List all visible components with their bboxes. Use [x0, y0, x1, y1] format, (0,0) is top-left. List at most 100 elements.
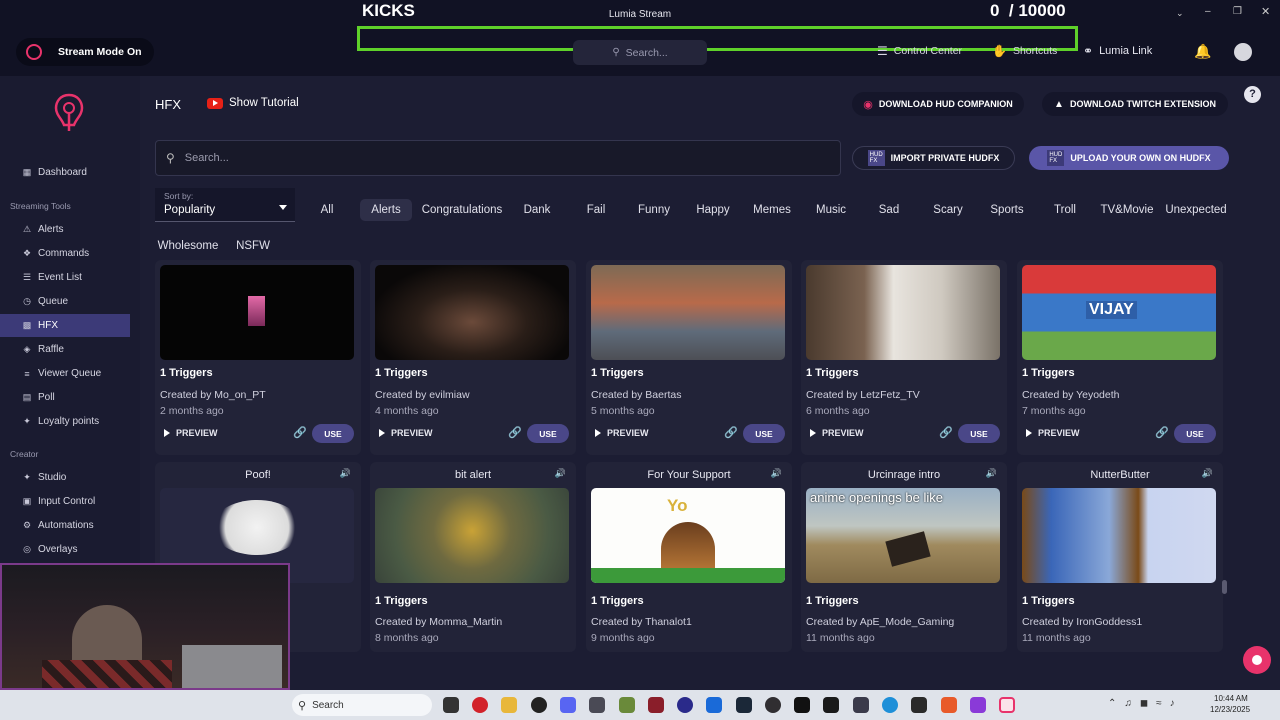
upload-own-button[interactable]: HUD FX UPLOAD YOUR OWN ON HUDFX	[1029, 146, 1229, 170]
link-icon[interactable]: 🔗	[1155, 426, 1169, 439]
chat-bubble-button[interactable]	[1243, 646, 1271, 674]
sidebar-item-commands[interactable]: ❖ Commands	[0, 242, 130, 265]
category-scary[interactable]: Scary	[928, 199, 968, 221]
category-congratulations[interactable]: Congratulations	[420, 199, 504, 221]
link-icon[interactable]: 🔗	[724, 426, 738, 439]
category-memes[interactable]: Memes	[750, 199, 794, 221]
sidebar-item-automations[interactable]: ⚙ Automations	[0, 514, 130, 537]
maximize-icon[interactable]: ❐	[1233, 6, 1242, 17]
card-thumbnail[interactable]: Yo	[591, 488, 785, 583]
sidebar-item-input-control[interactable]: ▣ Input Control	[0, 490, 130, 513]
taskbar-app-icon[interactable]	[911, 697, 927, 713]
use-button[interactable]: USE	[958, 424, 1000, 443]
discord-icon[interactable]	[560, 697, 576, 713]
use-button[interactable]: USE	[1174, 424, 1216, 443]
sidebar-item-alerts[interactable]: ⚠ Alerts	[0, 218, 130, 241]
category-funny[interactable]: Funny	[634, 199, 674, 221]
scrollbar[interactable]	[1222, 580, 1227, 594]
card-thumbnail[interactable]: VIJAY	[1022, 265, 1216, 360]
lumia-link-button[interactable]: ⚭ Lumia Link	[1083, 44, 1152, 58]
sidebar-item-event-list[interactable]: ☰ Event List	[0, 266, 130, 289]
card-thumbnail[interactable]	[375, 265, 569, 360]
download-twitch-button[interactable]: ▲ DOWNLOAD TWITCH EXTENSION	[1042, 92, 1228, 116]
taskbar-app-icon[interactable]	[648, 697, 664, 713]
hfx-card[interactable]: 1 Triggers Created by LetzFetz_TV 6 mont…	[801, 260, 1007, 455]
opera-icon[interactable]	[472, 697, 488, 713]
category-wholesome[interactable]: Wholesome	[156, 235, 220, 257]
hfx-card[interactable]: Urcinrage intro 🔊 anime openings be like…	[801, 462, 1007, 652]
import-private-button[interactable]: HUD FX IMPORT PRIVATE HUDFX	[852, 146, 1015, 170]
link-icon[interactable]: 🔗	[508, 426, 522, 439]
edge-icon[interactable]	[882, 697, 898, 713]
taskbar-app-icon[interactable]	[677, 697, 693, 713]
sidebar-item-queue[interactable]: ◷ Queue	[0, 290, 130, 313]
preview-button[interactable]: PREVIEW	[160, 424, 218, 442]
category-happy[interactable]: Happy	[692, 199, 734, 221]
help-icon[interactable]: ?	[1244, 86, 1261, 103]
chevron-down-icon[interactable]: ⌄	[1176, 8, 1184, 19]
preview-button[interactable]: PREVIEW	[591, 424, 649, 442]
card-thumbnail[interactable]: anime openings be like	[806, 488, 1000, 583]
hfx-card[interactable]: 1 Triggers Created by Mo_on_PT 2 months …	[155, 260, 361, 455]
speaker-icon[interactable]: 🔊	[555, 468, 566, 479]
sidebar-item-raffle[interactable]: ◈ Raffle	[0, 338, 130, 361]
hfx-card[interactable]: 1 Triggers Created by Baertas 5 months a…	[586, 260, 792, 455]
speaker-icon[interactable]: 🔊	[1202, 468, 1213, 479]
category-music[interactable]: Music	[810, 199, 852, 221]
category-alerts[interactable]: Alerts	[360, 199, 412, 221]
category-sports[interactable]: Sports	[985, 199, 1029, 221]
shortcuts-button[interactable]: ✋ Shortcuts	[992, 44, 1057, 58]
lumia-taskbar-icon[interactable]	[999, 697, 1015, 713]
sidebar-item-studio[interactable]: ✦ Studio	[0, 466, 130, 489]
taskbar-app-icon[interactable]	[443, 697, 459, 713]
category-fail[interactable]: Fail	[580, 199, 612, 221]
category-tv-movie[interactable]: TV&Movie	[1098, 199, 1156, 221]
card-thumbnail[interactable]	[591, 265, 785, 360]
hfx-card[interactable]: bit alert 🔊 1 Triggers Created by Momma_…	[370, 462, 576, 652]
use-button[interactable]: USE	[527, 424, 569, 443]
taskbar-app-icon[interactable]	[970, 697, 986, 713]
stream-mode-toggle[interactable]: Stream Mode On	[16, 38, 154, 66]
link-icon[interactable]: 🔗	[293, 426, 307, 439]
category-all[interactable]: All	[313, 199, 341, 221]
link-icon[interactable]: 🔗	[939, 426, 953, 439]
minecraft-icon[interactable]	[619, 697, 635, 713]
category-dank[interactable]: Dank	[518, 199, 556, 221]
preview-button[interactable]: PREVIEW	[806, 424, 864, 442]
obs-icon[interactable]	[765, 697, 781, 713]
sidebar-item-hfx[interactable]: ▩ HFX	[0, 314, 130, 337]
sidebar-item-loyalty-points[interactable]: ✦ Loyalty points	[0, 410, 130, 433]
preview-button[interactable]: PREVIEW	[375, 424, 433, 442]
sidebar-item-poll[interactable]: ▤ Poll	[0, 386, 130, 409]
category-troll[interactable]: Troll	[1048, 199, 1082, 221]
taskbar-app-icon[interactable]	[589, 697, 605, 713]
category-nsfw[interactable]: NSFW	[234, 235, 272, 257]
category-sad[interactable]: Sad	[874, 199, 904, 221]
use-button[interactable]: USE	[743, 424, 785, 443]
speaker-icon[interactable]: 🔊	[340, 468, 351, 479]
taskbar-app-icon[interactable]	[706, 697, 722, 713]
minimize-icon[interactable]: –	[1205, 6, 1211, 17]
speaker-icon[interactable]: 🔊	[771, 468, 782, 479]
avatar[interactable]	[1234, 43, 1252, 61]
card-thumbnail[interactable]	[1022, 488, 1216, 583]
sidebar-item-viewer-queue[interactable]: ≡ Viewer Queue	[0, 362, 130, 385]
hfx-search-input[interactable]: ⚲ Search...	[155, 140, 841, 176]
use-button[interactable]: USE	[312, 424, 354, 443]
taskbar-app-icon[interactable]	[531, 697, 547, 713]
show-tutorial-button[interactable]: Show Tutorial	[207, 97, 299, 109]
capcut-icon[interactable]	[794, 697, 810, 713]
close-icon[interactable]: ✕	[1261, 5, 1270, 18]
folder-icon[interactable]	[501, 697, 517, 713]
tray-icons[interactable]: ⌃♫◼≈♪	[1108, 698, 1183, 709]
hfx-card[interactable]: 1 Triggers Created by evilmiaw 4 months …	[370, 260, 576, 455]
download-hud-button[interactable]: ◉ DOWNLOAD HUD COMPANION	[852, 92, 1024, 116]
sidebar-item-dashboard[interactable]: ▦ Dashboard	[0, 161, 130, 184]
taskbar-search[interactable]: ⚲ Search	[292, 694, 432, 716]
taskbar-app-icon[interactable]	[853, 697, 869, 713]
netflix-icon[interactable]	[823, 697, 839, 713]
hfx-card[interactable]: NutterButter 🔊 1 Triggers Created by Iro…	[1017, 462, 1223, 652]
global-search[interactable]: ⚲ Search...	[573, 40, 707, 65]
sidebar-item-overlays[interactable]: ◎ Overlays	[0, 538, 130, 561]
card-thumbnail[interactable]	[160, 265, 354, 360]
